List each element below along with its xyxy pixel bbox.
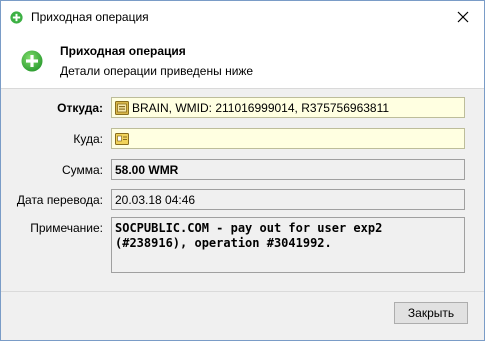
to-label: Куда: — [73, 132, 103, 146]
note-label: Примечание: — [30, 221, 103, 235]
add-circle-icon — [10, 11, 23, 24]
from-field[interactable]: BRAIN, WMID: 211016999014, R375756963811 — [111, 97, 465, 118]
header-subtitle: Детали операции приведены ниже — [60, 64, 254, 78]
wallet-card-icon — [115, 133, 129, 145]
dialog-header: Приходная операция Детали операции приве… — [1, 33, 484, 89]
window-title: Приходная операция — [31, 10, 149, 24]
date-value: 20.03.18 04:46 — [115, 193, 196, 207]
close-button[interactable]: Закрыть — [394, 302, 468, 324]
dialog-footer: Закрыть — [1, 291, 484, 340]
amount-label: Сумма: — [61, 163, 103, 177]
note-value: SOCPUBLIC.COM - pay out for user exp2 (#… — [115, 221, 390, 250]
title-bar: Приходная операция — [1, 1, 484, 33]
operation-dialog: Приходная операция Приходная операция Де… — [0, 0, 485, 341]
wallet-icon — [115, 101, 129, 115]
note-field[interactable]: SOCPUBLIC.COM - pay out for user exp2 (#… — [111, 217, 465, 273]
window-close-button[interactable] — [442, 1, 484, 33]
from-value: BRAIN, WMID: 211016999014, R375756963811 — [132, 101, 390, 115]
date-field: 20.03.18 04:46 — [111, 189, 465, 210]
header-title: Приходная операция — [60, 44, 186, 58]
close-icon — [457, 11, 469, 23]
date-label: Дата перевода: — [16, 193, 103, 207]
amount-field: 58.00 WMR — [111, 159, 465, 180]
add-circle-icon — [21, 50, 43, 72]
from-label: Откуда: — [57, 101, 103, 115]
to-field[interactable] — [111, 128, 465, 149]
amount-value: 58.00 WMR — [115, 163, 179, 177]
